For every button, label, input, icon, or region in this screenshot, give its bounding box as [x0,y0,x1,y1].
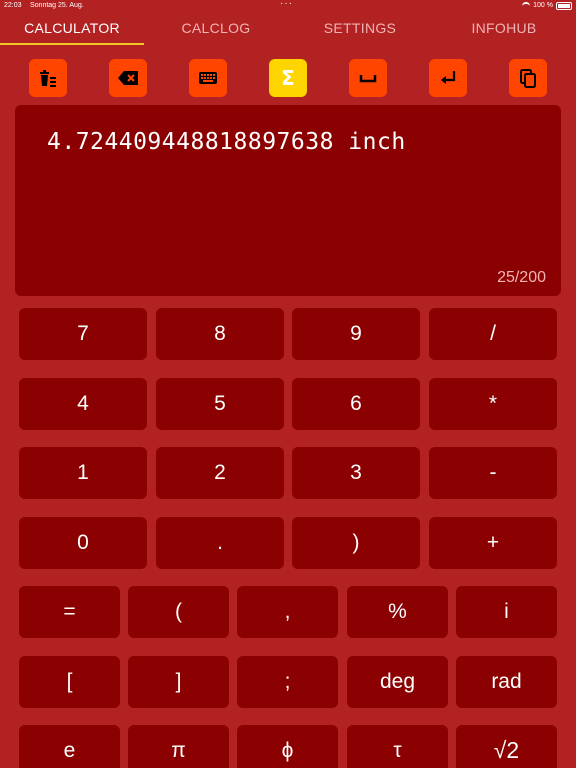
key-tau[interactable]: τ [347,725,448,768]
toolbar: Σ [0,59,576,97]
return-button[interactable] [429,59,467,97]
tab-bar: CALCULATOR CALCLOG SETTINGS INFOHUB [0,14,576,46]
key-0[interactable]: 0 [19,517,147,569]
copy-icon [519,68,537,88]
sigma-icon: Σ [281,66,295,90]
backspace-icon [117,70,139,86]
return-icon [439,69,457,87]
key-sqrt2[interactable]: √2 [456,725,557,768]
key-close-paren[interactable]: ) [292,517,420,569]
key-close-bracket[interactable]: ] [128,656,229,708]
tab-calculator[interactable]: CALCULATOR [0,14,144,44]
expression-display[interactable]: 4.724409448818897638 inch 25/200 [15,105,561,296]
key-deg[interactable]: deg [347,656,448,708]
character-counter: 25/200 [497,269,546,286]
key-4[interactable]: 4 [19,378,147,430]
keyboard-icon [198,71,218,85]
key-comma[interactable]: , [237,586,338,638]
key-rad[interactable]: rad [456,656,557,708]
active-tab-indicator [0,43,144,45]
tab-calclog[interactable]: CALCLOG [144,14,288,44]
key-phi[interactable]: ϕ [237,725,338,768]
key-semicolon[interactable]: ; [237,656,338,708]
expression-text: 4.724409448818897638 inch [47,129,406,155]
battery-percent: 100 % [533,2,553,9]
key-3[interactable]: 3 [292,447,420,499]
multitasking-dots-icon[interactable]: ··· [280,0,293,10]
key-open-bracket[interactable]: [ [19,656,120,708]
key-decimal-point[interactable]: . [156,517,284,569]
status-bar: 22:03 Sonntag 25. Aug. ··· 100 % [0,0,576,12]
status-indicators: 100 % [522,0,572,12]
key-2[interactable]: 2 [156,447,284,499]
key-multiply[interactable]: * [429,378,557,430]
tab-settings[interactable]: SETTINGS [288,14,432,44]
key-add[interactable]: + [429,517,557,569]
key-imaginary[interactable]: i [456,586,557,638]
status-time: 22:03 [4,2,22,9]
key-open-paren[interactable]: ( [128,586,229,638]
battery-icon [556,2,572,10]
backspace-button[interactable] [109,59,147,97]
space-button[interactable] [349,59,387,97]
clear-all-icon [38,69,58,87]
key-9[interactable]: 9 [292,308,420,360]
key-7[interactable]: 7 [19,308,147,360]
key-percent[interactable]: % [347,586,448,638]
sigma-button[interactable]: Σ [269,59,307,97]
key-5[interactable]: 5 [156,378,284,430]
key-equals[interactable]: = [19,586,120,638]
copy-button[interactable] [509,59,547,97]
wifi-icon [522,2,531,10]
space-icon [359,73,377,83]
status-date: Sonntag 25. Aug. [30,2,84,9]
tab-infohub[interactable]: INFOHUB [432,14,576,44]
keyboard-button[interactable] [189,59,227,97]
key-e[interactable]: e [19,725,120,768]
key-6[interactable]: 6 [292,378,420,430]
key-8[interactable]: 8 [156,308,284,360]
key-1[interactable]: 1 [19,447,147,499]
key-subtract[interactable]: - [429,447,557,499]
clear-all-button[interactable] [29,59,67,97]
key-divide[interactable]: / [429,308,557,360]
key-pi[interactable]: π [128,725,229,768]
